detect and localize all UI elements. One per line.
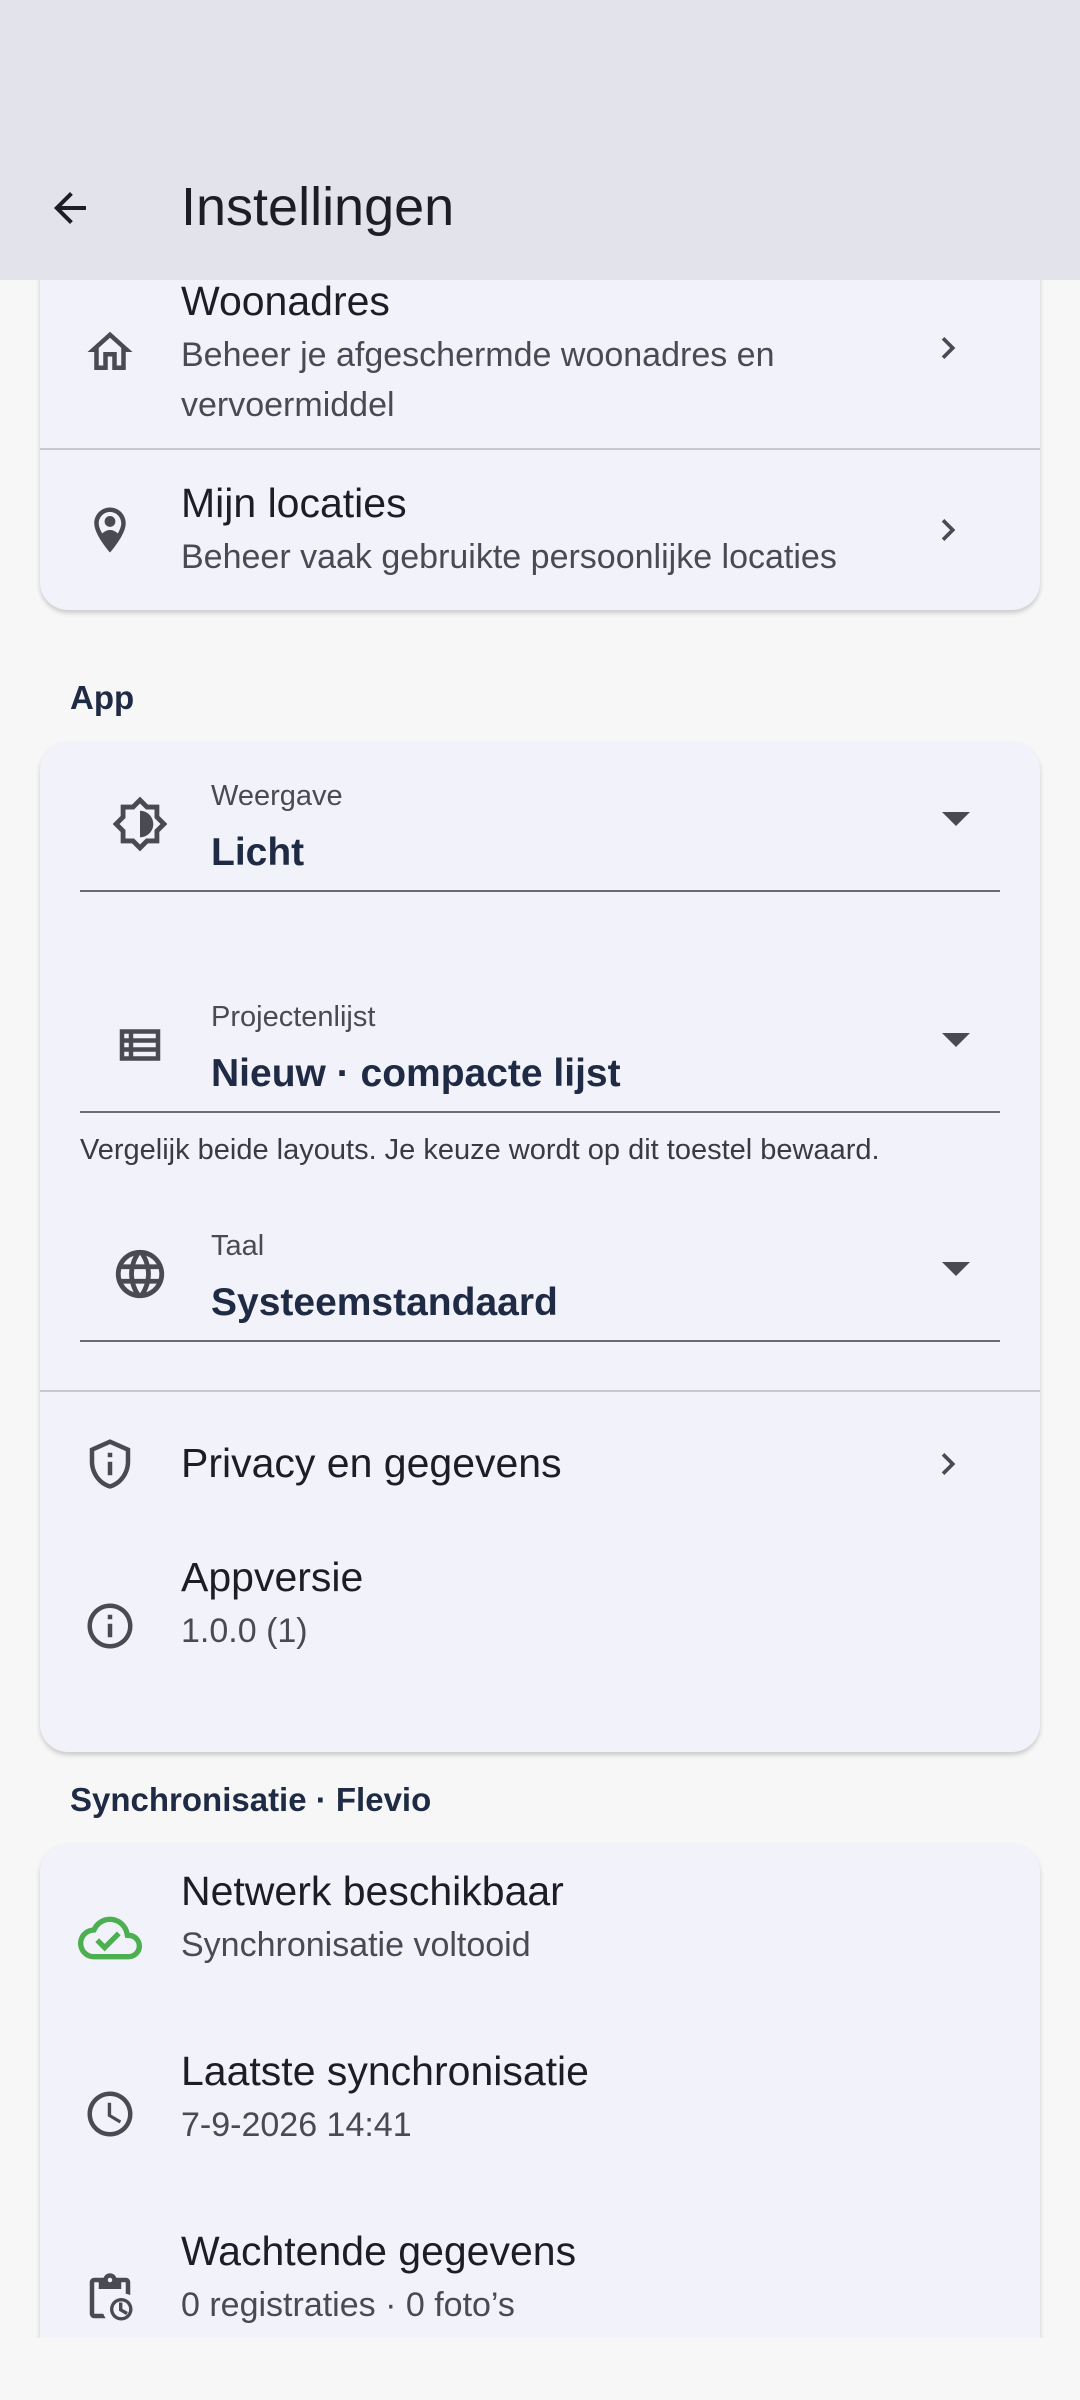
globe-icon [110,1244,170,1304]
chevron-right-icon [926,508,970,552]
list-item-appversie: Appversie 1.0.0 (1) [40,1542,1040,1742]
field-underline [80,890,1000,892]
field-value: Nieuw · compacte lijst [211,1052,621,1095]
list-item-title: Laatste synchronisatie [181,2048,589,2094]
arrow-left-icon [54,192,86,224]
account-card: Woonadres Beheer je afgeschermde woonadr… [40,280,1040,610]
clock-icon [82,2086,138,2142]
field-underline [80,1340,1000,1342]
list-item-subtitle: Beheer je afgeschermde woonadres en [181,336,775,374]
field-label: Weergave [211,780,343,812]
chevron-right-icon [926,1442,970,1486]
brightness-icon [110,794,170,854]
list-item-mijn-locaties[interactable]: Mijn locaties Beheer vaak gebruikte pers… [40,450,1040,610]
list-item-subtitle: 0 registraties · 0 foto’s [181,2286,515,2324]
home-icon [82,324,138,380]
back-button[interactable] [42,180,98,236]
list-item-title: Privacy en gegevens [181,1440,562,1486]
chevron-right-icon [926,326,970,370]
list-item-title: Netwerk beschikbaar [181,1868,564,1914]
field-label: Projectenlijst [211,1001,376,1033]
list-item-subtitle: vervoermiddel [181,386,395,424]
field-value: Systeemstandaard [211,1281,558,1324]
list-item-title: Woonadres [181,280,390,324]
app-settings-card: Weergave Licht Projectenlijst Nieuw · co… [40,742,1040,1752]
list-item-wachtende: Wachtende gegevens 0 registraties · 0 fo… [40,2204,1040,2338]
list-item-subtitle: 7-9-2026 14:41 [181,2106,412,2144]
list-item-laatste-sync: Laatste synchronisatie 7-9-2026 14:41 [40,2024,1040,2194]
shield-info-icon [82,1436,138,1492]
list-item-privacy[interactable]: Privacy en gegevens [40,1392,1040,1532]
taal-dropdown[interactable]: Taal Systeemstandaard [80,1192,1000,1342]
field-helper-text: Vergelijk beide layouts. Je keuze wordt … [80,1134,880,1166]
page-title: Instellingen [181,177,455,237]
section-label-app: App [70,679,135,716]
sync-card: Netwerk beschikbaar Synchronisatie volto… [40,1844,1040,2338]
top-app-bar: Instellingen [0,0,1080,280]
list-item-title: Appversie [181,1554,364,1600]
field-label: Taal [211,1230,265,1262]
projectenlijst-dropdown[interactable]: Projectenlijst Nieuw · compacte lijst [80,963,1000,1113]
list-icon [110,1015,170,1075]
dropdown-caret-icon [942,812,970,826]
dropdown-caret-icon [942,1262,970,1276]
field-underline [80,1111,1000,1113]
app-version-value: 1.0.0 (1) [181,1612,308,1650]
list-item-subtitle: Beheer vaak gebruikte persoonlijke locat… [181,538,837,576]
weergave-dropdown[interactable]: Weergave Licht [80,742,1000,892]
list-item-netwerk: Netwerk beschikbaar Synchronisatie volto… [40,1844,1040,2014]
cloud-check-icon [78,1906,142,1970]
dropdown-caret-icon [942,1033,970,1047]
list-item-title: Wachtende gegevens [181,2228,577,2274]
clipboard-clock-icon [82,2270,138,2326]
section-label-sync: Synchronisatie · Flevio [70,1781,432,1818]
list-item-title: Mijn locaties [181,480,407,526]
list-item-subtitle: Synchronisatie voltooid [181,1926,531,1964]
field-value: Licht [211,831,305,874]
list-item-woonadres[interactable]: Woonadres Beheer je afgeschermde woonadr… [40,280,1040,450]
location-person-icon [82,502,138,558]
settings-scroll-area[interactable]: Woonadres Beheer je afgeschermde woonadr… [0,280,1080,2338]
info-icon [82,1598,138,1654]
